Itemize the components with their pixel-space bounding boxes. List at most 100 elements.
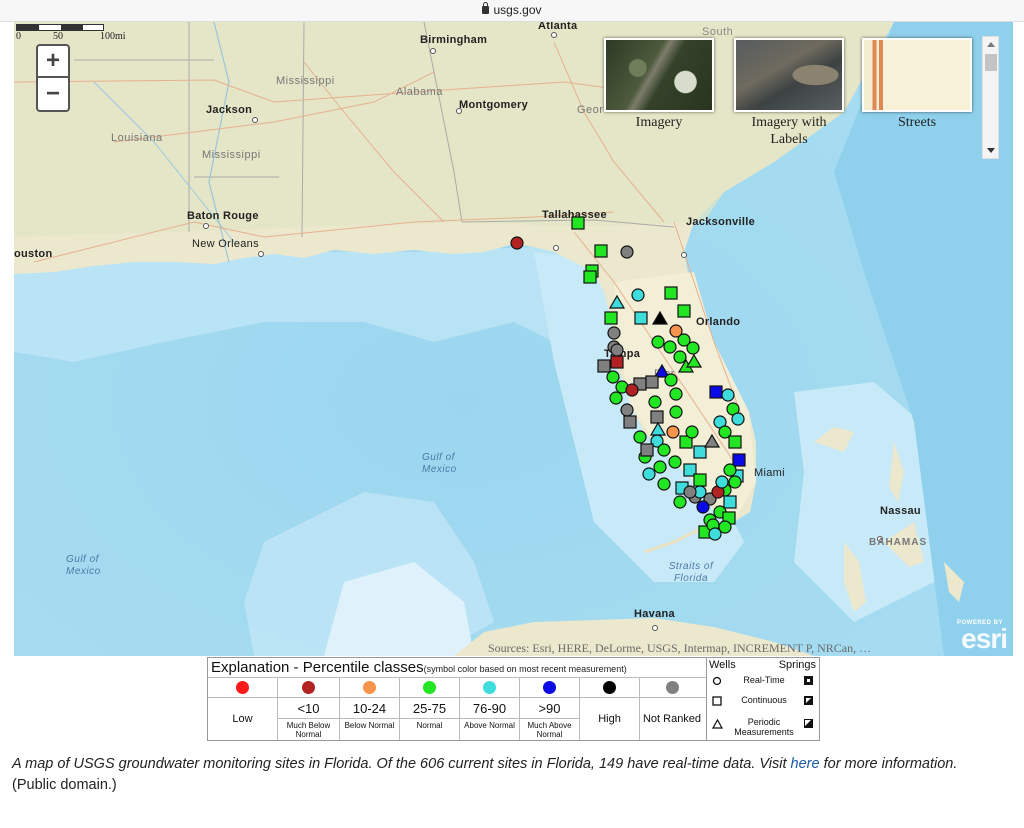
- basemap-gallery-scrollbar[interactable]: [982, 36, 999, 159]
- monitoring-site-marker[interactable]: [731, 412, 745, 426]
- monitoring-site-marker[interactable]: [657, 477, 671, 491]
- scroll-down-arrow-icon[interactable]: [987, 148, 995, 153]
- monitoring-site-marker[interactable]: [607, 326, 621, 340]
- monitoring-site-marker[interactable]: [708, 527, 722, 541]
- monitoring-site-marker[interactable]: [610, 355, 624, 369]
- basemap-label: Streets: [897, 115, 937, 130]
- monitoring-site-marker[interactable]: [709, 385, 723, 399]
- monitoring-site-marker[interactable]: [625, 383, 639, 397]
- monitoring-site-marker[interactable]: [683, 485, 697, 499]
- monitoring-site-marker[interactable]: [604, 311, 618, 325]
- monitoring-site-marker[interactable]: [721, 388, 735, 402]
- legend-desc: Normal: [416, 721, 443, 730]
- monitoring-site-marker[interactable]: [677, 304, 691, 318]
- wells-header: Wells: [709, 659, 736, 671]
- monitoring-site-marker[interactable]: [686, 341, 700, 355]
- monitoring-site-marker[interactable]: [723, 463, 737, 477]
- monitoring-site-marker[interactable]: [673, 495, 687, 509]
- monitoring-site-marker[interactable]: [664, 286, 678, 300]
- monitoring-site-marker[interactable]: [669, 387, 683, 401]
- monitoring-site-marker[interactable]: [648, 395, 662, 409]
- caption-license: (Public domain.): [12, 777, 117, 793]
- legend-class-cell: Not Ranked: [640, 698, 704, 740]
- monitoring-site-marker[interactable]: [634, 311, 648, 325]
- monitoring-site-marker[interactable]: [623, 415, 637, 429]
- monitoring-site-marker[interactable]: [651, 335, 665, 349]
- legend-color-dot: [665, 681, 679, 694]
- imagery-labels-thumbnail: [734, 38, 844, 112]
- monitoring-site-marker[interactable]: [663, 340, 677, 354]
- monitoring-site-marker[interactable]: [685, 353, 703, 368]
- monitoring-site-marker[interactable]: [668, 455, 682, 469]
- monitoring-site-marker[interactable]: [606, 370, 620, 384]
- monitoring-site-marker[interactable]: [703, 433, 721, 448]
- basemap-option-imagery-labels[interactable]: Imagery with Labels: [734, 38, 844, 148]
- monitoring-site-marker[interactable]: [609, 391, 623, 405]
- legend-class-cell: 25-75 Normal: [400, 698, 460, 740]
- monitoring-site-marker[interactable]: [642, 467, 656, 481]
- monitoring-site-marker[interactable]: [657, 443, 671, 457]
- monitoring-site-marker[interactable]: [620, 245, 634, 259]
- esri-name-text: esri: [961, 623, 1008, 654]
- legend-desc: High: [598, 713, 621, 725]
- symbol-label: Periodic Measurements: [734, 717, 794, 737]
- monitoring-site-marker[interactable]: [693, 445, 707, 459]
- legend-desc: Much Below Normal: [286, 721, 331, 739]
- monitoring-site-marker[interactable]: [597, 359, 611, 373]
- caption-link-here[interactable]: here: [791, 756, 820, 772]
- zoom-out-button[interactable]: −: [38, 78, 68, 110]
- legend-class-cell: 76-90 Above Normal: [460, 698, 520, 740]
- monitoring-site-marker[interactable]: [669, 405, 683, 419]
- monitoring-site-marker[interactable]: [571, 216, 585, 230]
- monitoring-site-marker[interactable]: [653, 460, 667, 474]
- monitoring-site-marker[interactable]: [610, 343, 624, 357]
- map-view[interactable]: Atlanta Birmingham Montgomery Jackson Ba…: [14, 22, 1013, 656]
- legend-desc: Below Normal: [344, 721, 395, 730]
- legend-color-dot: [543, 681, 556, 694]
- legend-subtitle: (symbol color based on most recent measu…: [423, 664, 627, 674]
- spring-continuous-icon: [804, 696, 813, 705]
- monitoring-site-marker[interactable]: [650, 410, 664, 424]
- monitoring-site-marker[interactable]: [728, 435, 742, 449]
- figure-caption: A map of USGS groundwater monitoring sit…: [12, 754, 1012, 796]
- monitoring-site-marker[interactable]: [510, 236, 524, 250]
- monitoring-site-marker[interactable]: [673, 350, 687, 364]
- legend-swatch-cell: [460, 678, 520, 697]
- monitoring-site-marker[interactable]: [583, 270, 597, 284]
- monitoring-site-marker[interactable]: [664, 373, 678, 387]
- scroll-thumb[interactable]: [985, 54, 997, 71]
- legend-color-dot: [603, 681, 616, 694]
- basemap-option-imagery[interactable]: Imagery: [604, 38, 714, 131]
- monitoring-site-marker[interactable]: [633, 430, 647, 444]
- caption-text: A map of USGS groundwater monitoring sit…: [12, 756, 791, 772]
- legend-color-dot: [236, 681, 249, 694]
- springs-header: Springs: [778, 659, 816, 671]
- esri-logo[interactable]: POWERED BY esri: [939, 620, 1008, 656]
- basemap-option-streets[interactable]: Streets: [862, 38, 972, 131]
- monitoring-site-marker[interactable]: [620, 403, 634, 417]
- monitoring-site-marker[interactable]: [631, 288, 645, 302]
- monitoring-site-marker[interactable]: [723, 495, 737, 509]
- monitoring-site-marker[interactable]: [732, 453, 746, 467]
- legend-desc: Much Above Normal: [527, 721, 572, 739]
- monitoring-site-marker[interactable]: [693, 473, 707, 487]
- legend-title: Explanation - Percentile classes: [211, 659, 424, 676]
- monitoring-site-marker[interactable]: [728, 475, 742, 489]
- legend-class-cell: 10-24 Below Normal: [340, 698, 400, 740]
- monitoring-site-marker[interactable]: [666, 425, 680, 439]
- monitoring-site-marker[interactable]: [608, 294, 626, 309]
- url-text: usgs.gov: [493, 3, 542, 17]
- monitoring-site-marker[interactable]: [715, 475, 729, 489]
- legend-color-dot: [483, 681, 496, 694]
- monitoring-site-marker[interactable]: [685, 425, 699, 439]
- monitoring-site-marker[interactable]: [645, 375, 659, 389]
- monitoring-site-marker[interactable]: [649, 421, 667, 436]
- browser-url-bar[interactable]: usgs.gov: [0, 0, 1024, 22]
- scroll-up-arrow-icon[interactable]: [987, 42, 995, 47]
- zoom-in-button[interactable]: +: [38, 46, 68, 78]
- monitoring-site-marker[interactable]: [594, 244, 608, 258]
- monitoring-site-marker[interactable]: [651, 310, 669, 325]
- monitoring-site-marker[interactable]: [696, 500, 710, 514]
- legend-color-dot: [423, 681, 436, 694]
- monitoring-site-marker[interactable]: [640, 443, 654, 457]
